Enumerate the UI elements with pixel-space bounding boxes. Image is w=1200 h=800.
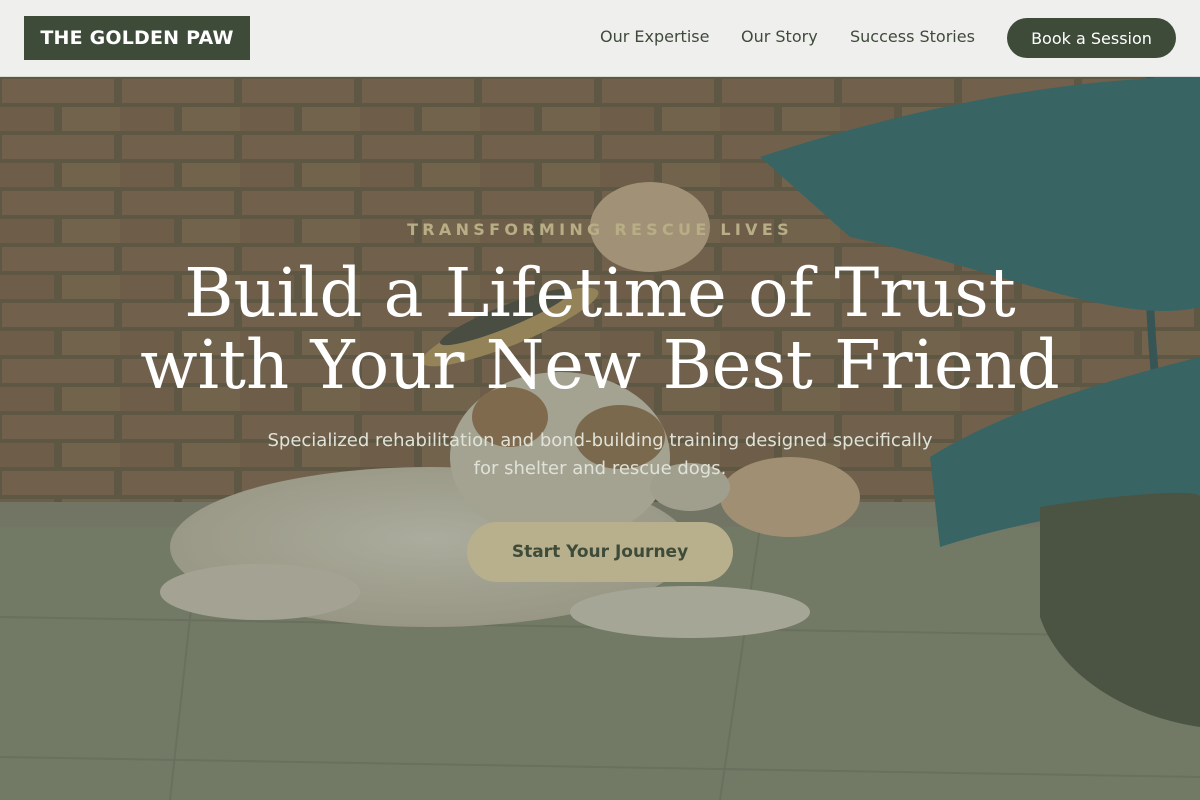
hero-section: TRANSFORMING RESCUE LIVES Build a Lifeti… — [0, 77, 1200, 800]
nav-link-our-story[interactable]: Our Story — [741, 27, 818, 46]
hero-subtext: Specialized rehabilitation and bond-buil… — [267, 430, 933, 479]
nav-link-success-stories[interactable]: Success Stories — [850, 27, 975, 46]
hero-headline-line-1: Build a Lifetime of Trust — [184, 254, 1016, 332]
nav-link-our-expertise[interactable]: Our Expertise — [600, 27, 709, 46]
hero-headline: Build a Lifetime of Trust with Your New … — [0, 257, 1200, 401]
start-journey-button[interactable]: Start Your Journey — [467, 522, 733, 582]
hero-eyebrow: TRANSFORMING RESCUE LIVES — [407, 220, 793, 239]
hero-headline-line-2: with Your New Best Friend — [140, 326, 1060, 404]
book-session-button[interactable]: Book a Session — [1007, 18, 1176, 58]
site-header: THE GOLDEN PAW Our Expertise Our Story S… — [0, 0, 1200, 77]
